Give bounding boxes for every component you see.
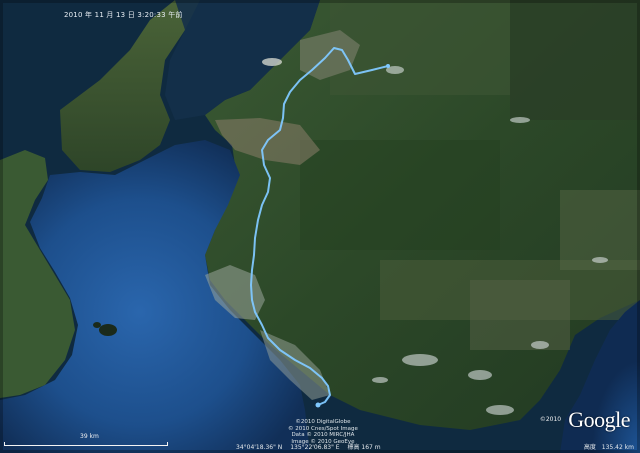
eye-altitude-label: 高度: [583, 444, 596, 451]
scale-bar-label: 39 km: [80, 433, 99, 440]
timestamp-overlay: 2010 年 11 月 13 日 3:20:33 午前: [64, 11, 183, 19]
satellite-map[interactable]: [0, 0, 640, 453]
credit-line: ©2010 DigitalGlobe: [295, 419, 351, 425]
eye-altitude-value: 135.42 km: [601, 444, 634, 451]
map-viewport[interactable]: 2010 年 11 月 13 日 3:20:33 午前 39 km ©2010 …: [0, 0, 640, 453]
google-brand: ©2010 Google: [539, 407, 631, 433]
elevation-readout: 標高 167 m: [347, 444, 381, 451]
eye-altitude: 高度 135.42 km: [580, 442, 634, 451]
island: [93, 322, 101, 328]
tile-patch: [300, 140, 500, 250]
scale-bar-line: [4, 442, 168, 446]
status-bar: 34°04'18.36" N 135°22'06.83" E 標高 167 m: [236, 442, 387, 451]
island: [99, 324, 117, 336]
tile-patch: [510, 0, 640, 120]
google-logo: Google: [568, 407, 630, 432]
tile-patch: [470, 280, 570, 350]
route-end-marker[interactable]: [315, 402, 321, 408]
latitude-readout: 34°04'18.36" N: [236, 444, 283, 451]
island: [262, 58, 282, 66]
credit-line: Data © 2010 MIRC/JHA: [291, 432, 355, 438]
longitude-readout: 135°22'06.83" E: [290, 444, 340, 451]
scale-bar: 39 km: [4, 433, 168, 448]
route-start-marker[interactable]: [386, 64, 390, 68]
brand-copyright: ©2010: [539, 416, 562, 423]
